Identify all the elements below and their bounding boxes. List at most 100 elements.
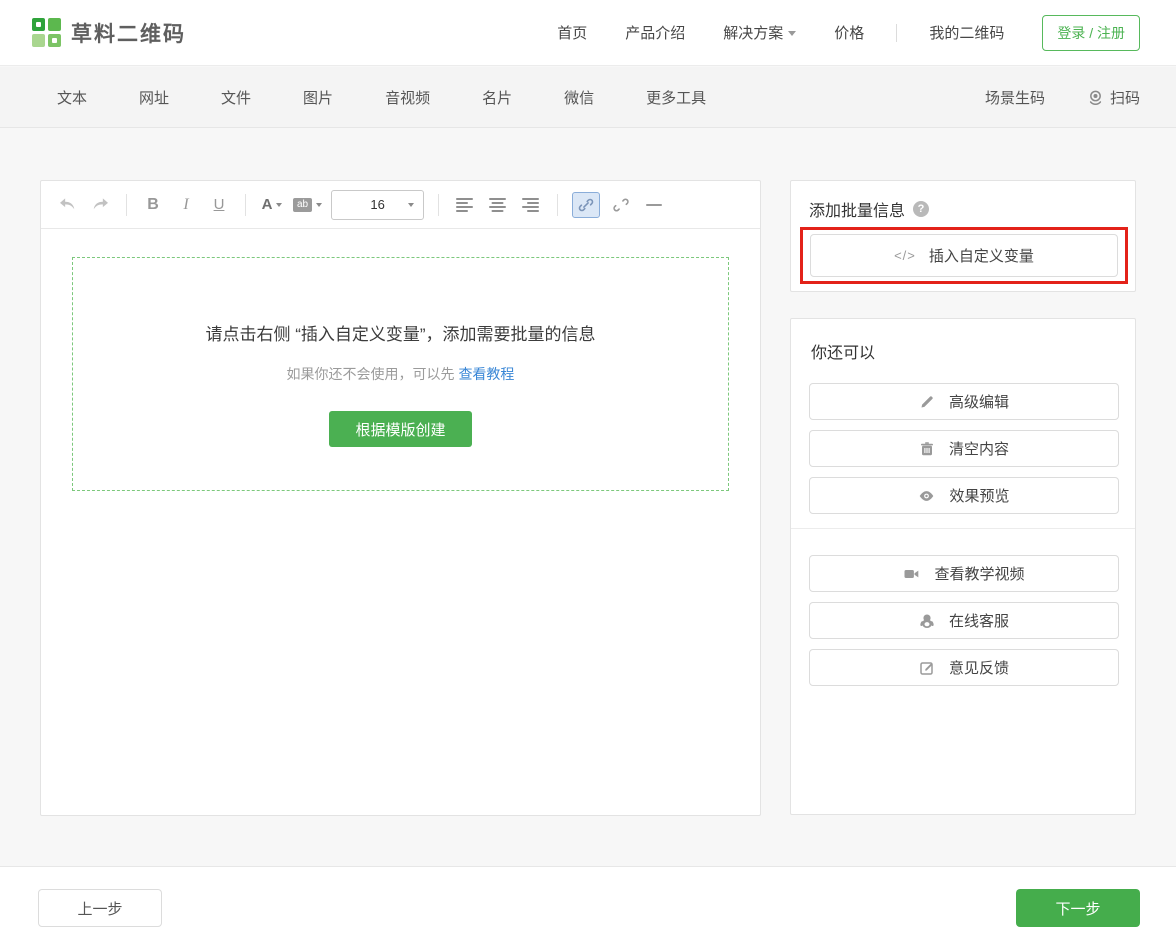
preview-button[interactable]: 效果预览 [809,477,1119,514]
previous-step-button[interactable]: 上一步 [38,889,162,927]
align-center-icon [489,198,507,212]
brand-logo-icon [32,18,62,48]
scene-code-link[interactable]: 场景生码 [985,87,1045,108]
align-center-button[interactable] [486,192,510,218]
tab-more-tools[interactable]: 更多工具 [646,87,706,108]
page: 草料二维码 首页 产品介绍 解决方案 价格 我的二维码 登录 / 注册 文本 网… [0,0,1176,934]
tab-vcard[interactable]: 名片 [482,87,512,108]
feedback-icon [919,660,935,676]
brand-name: 草料二维码 [71,18,186,48]
variable-placeholder-box: 请点击右侧 “插入自定义变量”，添加需要批量的信息 如果你还不会使用，可以先 查… [72,257,729,491]
undo-button[interactable] [55,192,79,218]
insert-variable-button[interactable]: </> 插入自定义变量 [810,234,1118,277]
nav-item-solutions-label: 解决方案 [723,22,783,43]
preview-label: 效果预览 [949,485,1009,506]
tutorial-video-button[interactable]: 查看教学视频 [809,555,1119,592]
qq-icon [919,613,935,629]
video-icon [903,566,920,582]
top-header: 草料二维码 首页 产品介绍 解决方案 价格 我的二维码 登录 / 注册 [0,0,1176,66]
qr-type-tabs: 文本 网址 文件 图片 音视频 名片 微信 更多工具 [57,87,706,108]
unlink-icon [613,197,629,213]
highlight-color-button[interactable]: ab [293,192,322,218]
placeholder-instruction: 请点击右侧 “插入自定义变量”，添加需要批量的信息 [205,320,595,345]
subnav-right: 场景生码 扫码 [985,87,1140,108]
red-highlight-annotation: </> 插入自定义变量 [800,227,1128,284]
font-color-button[interactable]: A [260,192,284,218]
logo-square-icon [32,34,45,47]
batch-info-panel: 添加批量信息 ? </> 插入自定义变量 [790,180,1136,292]
tab-wechat[interactable]: 微信 [564,87,594,108]
editor-content-area[interactable]: 请点击右侧 “插入自定义变量”，添加需要批量的信息 如果你还不会使用，可以先 查… [41,229,760,519]
brand-logo[interactable]: 草料二维码 [32,18,186,48]
more-actions-title: 你还可以 [811,339,1117,363]
advanced-edit-button[interactable]: 高级编辑 [809,383,1119,420]
toolbar-divider [245,194,246,216]
tab-file[interactable]: 文件 [221,87,251,108]
nav-item-products[interactable]: 产品介绍 [625,22,685,43]
placeholder-hint: 如果你还不会使用，可以先 查看教程 [287,364,515,384]
tab-media[interactable]: 音视频 [385,87,430,108]
redo-button[interactable] [88,192,112,218]
link-icon [578,197,594,213]
italic-button[interactable]: I [174,192,198,218]
logo-square-icon [32,18,45,31]
trash-icon [919,441,935,457]
nav-item-solutions[interactable]: 解决方案 [723,22,796,43]
rich-text-editor: B I U A ab 16 [40,180,761,816]
feedback-button[interactable]: 意见反馈 [809,649,1119,686]
feedback-label: 意见反馈 [949,657,1009,678]
toolbar-divider [126,194,127,216]
login-register-button[interactable]: 登录 / 注册 [1042,15,1140,51]
nav-item-pricing[interactable]: 价格 [834,22,864,43]
tab-url[interactable]: 网址 [139,87,169,108]
logo-square-icon [48,34,61,47]
panel-divider [791,528,1135,529]
advanced-edit-label: 高级编辑 [949,391,1009,412]
chevron-down-icon [788,31,796,36]
logo-square-icon [48,18,61,31]
insert-variable-label: 插入自定义变量 [929,245,1034,266]
horizontal-rule-icon [646,204,662,206]
align-right-button[interactable] [519,192,543,218]
scan-link[interactable]: 扫码 [1087,87,1140,108]
redo-icon [91,197,110,212]
hint-text: 如果你还不会使用，可以先 [287,366,459,382]
font-size-select[interactable]: 16 [331,190,424,220]
toolbar-divider [557,194,558,216]
font-size-value: 16 [370,197,384,212]
underline-button[interactable]: U [207,192,231,218]
highlight-icon: ab [293,198,312,212]
align-left-icon [456,198,474,212]
wizard-footer: 上一步 下一步 [0,866,1176,934]
tutorial-video-label: 查看教学视频 [934,563,1024,584]
font-color-label: A [262,196,273,213]
clear-content-label: 清空内容 [949,438,1009,459]
scan-label: 扫码 [1110,87,1140,108]
code-icon: </> [894,248,916,263]
clear-content-button[interactable]: 清空内容 [809,430,1119,467]
tab-image[interactable]: 图片 [303,87,333,108]
bold-button[interactable]: B [141,192,165,218]
next-step-button[interactable]: 下一步 [1016,889,1140,927]
nav-item-home[interactable]: 首页 [557,22,587,43]
toolbar-divider [438,194,439,216]
main-nav: 首页 产品介绍 解决方案 价格 我的二维码 登录 / 注册 [557,15,1140,51]
horizontal-rule-button[interactable] [642,192,666,218]
type-subnav: 文本 网址 文件 图片 音视频 名片 微信 更多工具 场景生码 扫码 [0,67,1176,128]
more-actions-panel: 你还可以 高级编辑 清空内容 效 [790,318,1136,815]
pencil-icon [919,394,935,410]
nav-item-my-qrcodes[interactable]: 我的二维码 [929,22,1004,43]
insert-link-button[interactable] [572,192,600,218]
remove-link-button[interactable] [609,192,633,218]
undo-icon [58,197,77,212]
online-support-button[interactable]: 在线客服 [809,602,1119,639]
create-from-template-button[interactable]: 根据模版创建 [329,411,471,447]
eye-icon [918,488,935,504]
align-left-button[interactable] [453,192,477,218]
help-icon[interactable]: ? [913,201,929,217]
tutorial-link[interactable]: 查看教程 [458,366,514,382]
scan-camera-icon [1087,89,1104,106]
editor-toolbar: B I U A ab 16 [41,181,760,229]
tab-text[interactable]: 文本 [57,87,87,108]
chevron-down-icon [276,203,282,207]
